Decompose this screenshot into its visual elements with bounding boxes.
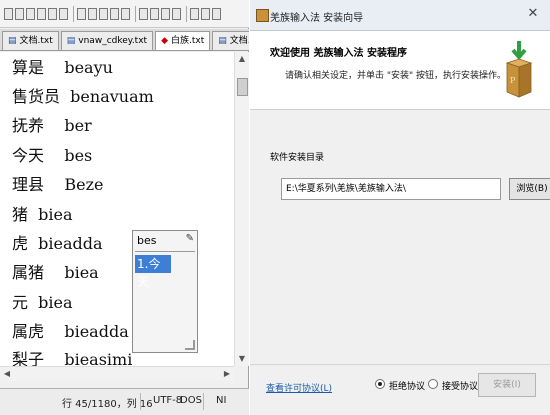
horizontal-scrollbar[interactable]: ◀ ▶ (0, 366, 234, 381)
welcome-heading: 欢迎使用 羌族输入法 安装程序 (270, 48, 407, 59)
outdent-icon[interactable] (201, 7, 210, 20)
svg-text:P: P (510, 76, 516, 85)
scroll-left-icon[interactable]: ◀ (2, 369, 12, 379)
editor-tab-bar: ▤ 文档.txt ▤ vnaw_cdkey.txt ◆ 白族.txt ▤ 文档.… (0, 29, 249, 51)
toolbar-separator (73, 5, 74, 22)
app-icon (256, 9, 269, 22)
installer-title-bar: 羌族输入法 安装向导 ✕ (250, 0, 550, 31)
tab-cdkey[interactable]: ▤ vnaw_cdkey.txt (60, 31, 154, 50)
tab-label: vnaw_cdkey.txt (78, 36, 148, 46)
line-ending-indicator[interactable]: DOS (180, 395, 202, 406)
install-dir-input[interactable]: E:\华夏系列\羌族\羌族输入法\ (281, 178, 501, 200)
reject-license-label[interactable]: 拒绝协议 (389, 379, 425, 392)
text-line: 梨子 bieasimi (12, 350, 133, 366)
tab-label: 文档.txt (19, 36, 53, 46)
reload-icon[interactable] (26, 7, 35, 20)
scroll-down-icon[interactable]: ▼ (237, 354, 247, 364)
find-icon[interactable] (139, 7, 148, 20)
installer-footer: 查看许可协议(L) 拒绝协议 接受协议 安装(I) (250, 364, 550, 415)
browse-button[interactable]: 浏览(B) (509, 178, 550, 200)
indent-icon[interactable] (190, 7, 199, 20)
reject-license-radio[interactable] (375, 379, 385, 389)
status-bar: 行 45/1180，列 16 UTF-8 DOS NI (0, 388, 249, 415)
accept-license-label[interactable]: 接受协议 (442, 379, 478, 392)
text-line: 算是 beayu (12, 58, 113, 77)
text-line: 抚养 ber (12, 116, 92, 135)
vertical-scrollbar[interactable]: ▲ ▼ (234, 52, 249, 366)
editor-text-area[interactable]: 算是 beayu 售货员 benavuam 抚养 ber 今天 bes 理县 B… (0, 52, 234, 366)
document-icon: ▤ (66, 36, 76, 46)
installer-window: 羌族输入法 安装向导 ✕ 欢迎使用 羌族输入法 安装程序 请确认相关设定，并单击… (250, 0, 550, 415)
encoding-indicator[interactable]: UTF-8 (153, 395, 182, 406)
ime-divider (135, 251, 195, 252)
status-divider (140, 393, 141, 410)
ime-candidate-window: bes ✎ 1.今天 (132, 230, 198, 353)
text-line: 售货员 benavuam (12, 87, 154, 106)
ime-composition: bes (137, 234, 157, 247)
close-icon[interactable]: ✕ (524, 6, 542, 22)
text-line: 虎 bieadda (12, 234, 103, 253)
tab-doc-2[interactable]: ▤ 文档.txt (212, 31, 249, 50)
text-line: 今天 bes (12, 146, 93, 165)
view-license-link[interactable]: 查看许可协议(L) (266, 381, 332, 394)
ime-settings-icon[interactable]: ✎ (186, 233, 194, 244)
window-title: 羌族输入法 安装向导 (270, 13, 364, 24)
scroll-up-icon[interactable]: ▲ (237, 54, 247, 64)
document-icon: ▤ (218, 36, 227, 46)
save-icon[interactable] (37, 7, 46, 20)
text-editor-window: ▤ 文档.txt ▤ vnaw_cdkey.txt ◆ 白族.txt ▤ 文档.… (0, 0, 249, 415)
welcome-subheading: 请确认相关设定，并单击 "安装" 按钮，执行安装操作。 (285, 71, 507, 81)
document-icon: ▤ (8, 36, 17, 46)
goto-icon[interactable] (161, 7, 170, 20)
editor-toolbar (0, 0, 249, 28)
toolbar-separator (186, 5, 187, 22)
text-line: 属猪 biea (12, 263, 99, 282)
ime-candidate-1[interactable]: 1.今天 (135, 255, 171, 289)
undo-icon[interactable] (77, 7, 86, 20)
install-button[interactable]: 安装(I) (478, 373, 536, 397)
paste-icon[interactable] (121, 7, 130, 20)
text-line: 元 biea (12, 293, 73, 312)
tab-label: 文档.txt (229, 36, 249, 46)
copy-icon[interactable] (110, 7, 119, 20)
installer-body: 软件安装目录 E:\华夏系列\羌族\羌族输入法\ 浏览(B) (250, 110, 550, 364)
scroll-right-icon[interactable]: ▶ (222, 369, 232, 379)
status-divider (203, 393, 204, 410)
open-file-icon[interactable] (15, 7, 24, 20)
insert-mode-indicator: NI (216, 395, 227, 406)
text-line: 理县 Beze (12, 175, 104, 194)
package-box-icon: P (505, 41, 533, 98)
redo-icon[interactable] (88, 7, 97, 20)
cut-icon[interactable] (99, 7, 108, 20)
installer-header: 欢迎使用 羌族输入法 安装程序 请确认相关设定，并单击 "安装" 按钮，执行安装… (250, 31, 550, 110)
scroll-thumb[interactable] (237, 78, 248, 96)
save-all-icon[interactable] (48, 7, 57, 20)
tab-doc-1[interactable]: ▤ 文档.txt (2, 31, 59, 50)
install-dir-label: 软件安装目录 (270, 153, 325, 163)
print-icon[interactable] (59, 7, 68, 20)
tab-baizu[interactable]: ◆ 白族.txt (155, 31, 211, 50)
bookmark-icon[interactable] (172, 7, 181, 20)
replace-icon[interactable] (150, 7, 159, 20)
text-line: 属虎 bieadda (12, 322, 129, 341)
tab-label: 白族.txt (171, 36, 205, 46)
wrap-icon[interactable] (212, 7, 221, 20)
text-line: 猪 biea (12, 205, 73, 224)
new-file-icon[interactable] (4, 7, 13, 20)
toolbar-separator (135, 5, 136, 22)
resize-grip-icon[interactable] (185, 340, 195, 350)
modified-dot-icon: ◆ (161, 36, 168, 46)
accept-license-radio[interactable] (428, 379, 438, 389)
